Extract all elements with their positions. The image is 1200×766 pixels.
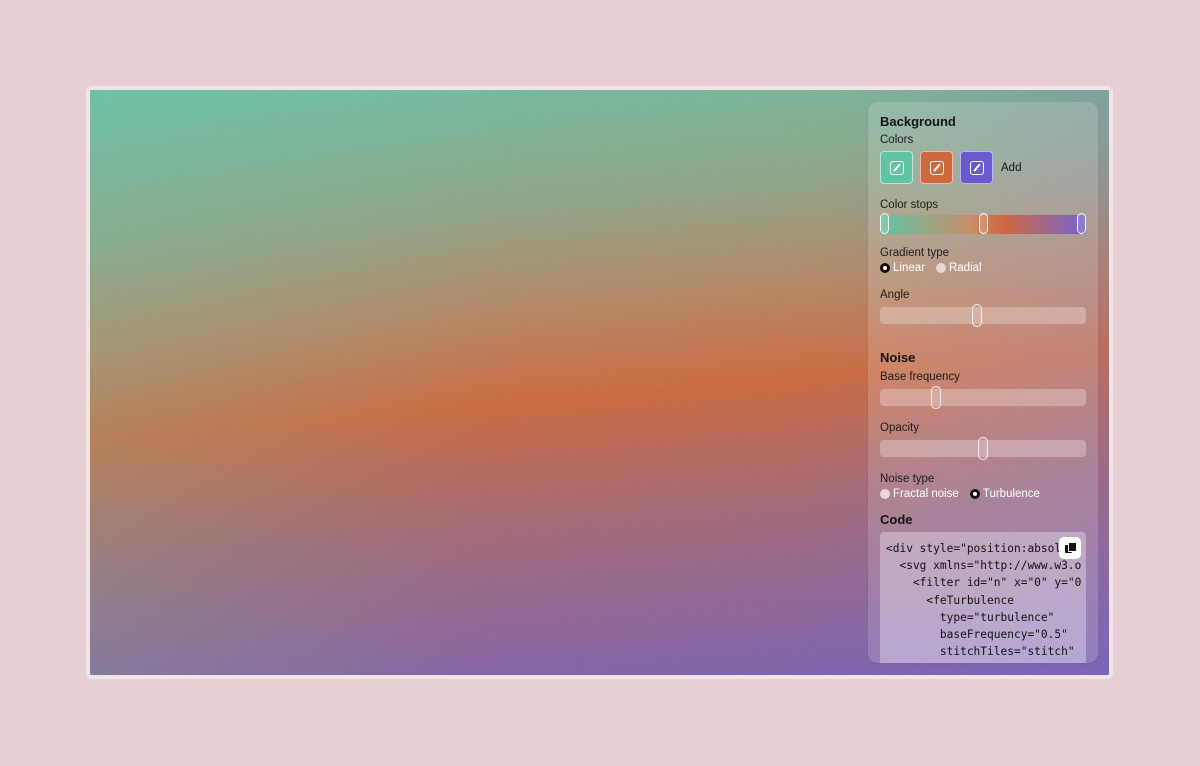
angle-slider[interactable] <box>880 304 1086 327</box>
gradient-type-group: Linear Radial <box>880 262 1086 274</box>
add-color-button[interactable]: Add <box>1001 162 1021 174</box>
background-section-title: Background <box>880 114 956 129</box>
code-text: <div style="position:absolute <svg xmlns… <box>880 532 1086 663</box>
copy-icon <box>1064 542 1077 554</box>
opacity-label: Opacity <box>880 422 919 434</box>
color-stop-handle-3[interactable] <box>1077 213 1086 234</box>
code-line: <filter id="n" x="0" y="0 <box>886 576 1082 590</box>
radio-label-fractal-noise: Fractal noise <box>893 488 959 500</box>
code-section-title: Code <box>880 512 913 527</box>
color-swatch-1[interactable] <box>880 151 913 184</box>
opacity-slider[interactable] <box>880 437 1086 460</box>
radio-linear[interactable]: Linear <box>880 262 925 274</box>
base-frequency-label: Base frequency <box>880 371 960 383</box>
angle-slider-thumb[interactable] <box>972 304 983 327</box>
pencil-icon <box>969 160 984 175</box>
code-line: /> <box>886 662 939 663</box>
copy-code-button[interactable] <box>1059 537 1081 559</box>
color-stops-track[interactable] <box>880 213 1086 234</box>
color-swatch-3[interactable] <box>960 151 993 184</box>
radio-label-turbulence: Turbulence <box>982 488 1040 500</box>
radio-dot <box>880 489 890 499</box>
colors-label: Colors <box>880 134 914 146</box>
noise-section-title: Noise <box>880 350 916 365</box>
gradient-type-label: Gradient type <box>880 247 950 259</box>
radio-turbulence[interactable]: Turbulence <box>969 488 1040 500</box>
noise-type-group: Fractal noise Turbulence <box>880 488 1086 500</box>
radio-label-linear: Linear <box>893 262 925 274</box>
pencil-icon <box>929 160 944 175</box>
base-frequency-slider-thumb[interactable] <box>930 386 941 409</box>
code-line: <svg xmlns="http://www.w3.o <box>886 559 1082 573</box>
code-line: <feTurbulence <box>886 593 1014 607</box>
code-line: stitchTiles="stitch" <box>886 645 1075 659</box>
noise-type-label: Noise type <box>880 473 935 485</box>
code-block[interactable]: <div style="position:absolute <svg xmlns… <box>880 532 1086 663</box>
angle-label: Angle <box>880 289 910 301</box>
base-frequency-slider[interactable] <box>880 386 1086 409</box>
radio-dot <box>969 489 980 499</box>
code-line: baseFrequency="0.5" <box>886 628 1068 642</box>
color-swatches: Add <box>880 151 1086 184</box>
color-stop-handle-2[interactable] <box>978 213 988 234</box>
code-line: <div style="position:absolute <box>886 542 1082 555</box>
pencil-icon <box>889 160 904 175</box>
preview-frame: Background Colors Add Color stops Gradie… <box>86 86 1113 679</box>
radio-label-radial: Radial <box>948 262 982 274</box>
radio-dot <box>880 263 890 273</box>
color-swatch-2[interactable] <box>920 151 953 184</box>
radio-radial[interactable]: Radial <box>935 262 982 274</box>
opacity-slider-thumb[interactable] <box>978 437 988 460</box>
code-line: type="turbulence" <box>886 610 1055 624</box>
radio-dot <box>935 263 946 273</box>
settings-panel: Background Colors Add Color stops Gradie… <box>868 102 1098 663</box>
color-stop-handle-1[interactable] <box>880 213 889 234</box>
color-stops-label: Color stops <box>880 199 939 211</box>
radio-fractal-noise[interactable]: Fractal noise <box>880 488 959 500</box>
